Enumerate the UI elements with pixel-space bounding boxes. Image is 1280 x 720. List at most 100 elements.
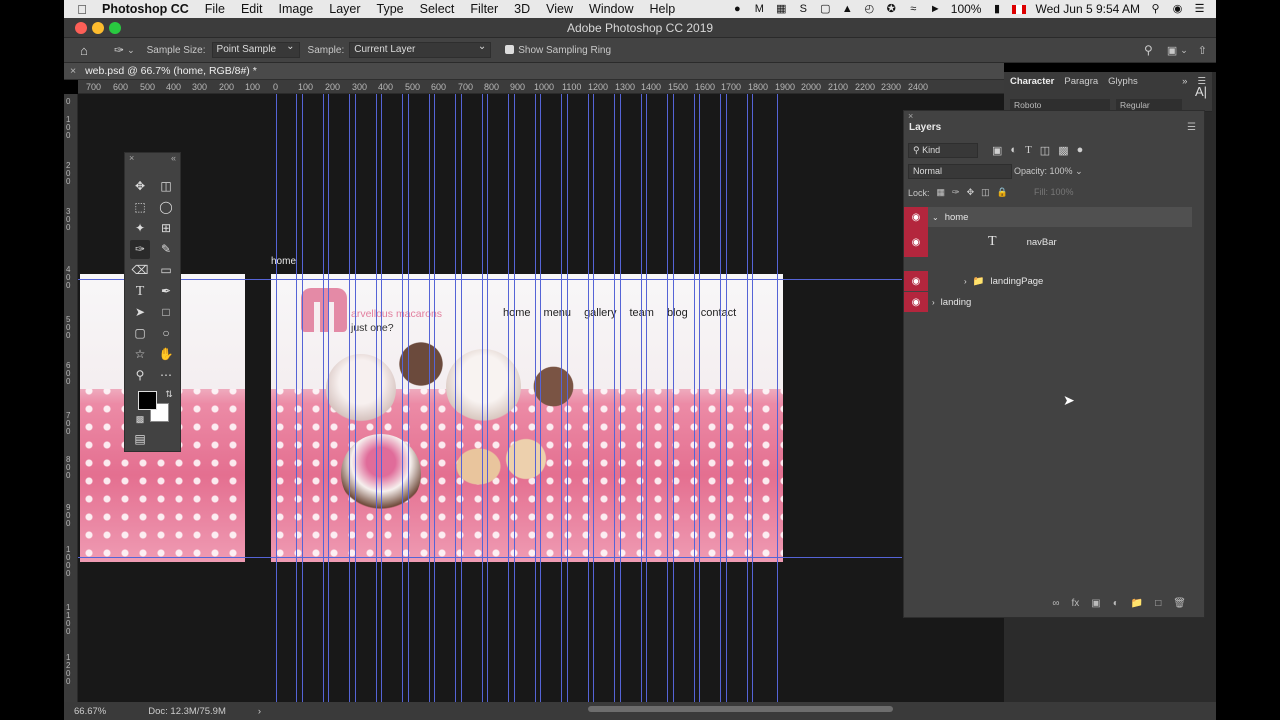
spotlight-icon[interactable]: ⚲	[1149, 3, 1162, 15]
vertical-guide[interactable]	[434, 94, 435, 702]
fill-control[interactable]: Fill: 100%	[1034, 187, 1074, 197]
vertical-guide[interactable]	[296, 94, 297, 702]
show-sampling-ring-checkbox[interactable]: Show Sampling Ring	[505, 45, 611, 56]
filter-pixel-icon[interactable]: ▣	[992, 144, 1002, 157]
vertical-guide[interactable]	[561, 94, 562, 702]
hand-tool-icon[interactable]: ✋	[156, 345, 176, 364]
artboard-home[interactable]: arvellous macarons just one? home menu g…	[271, 274, 783, 562]
status-menu-chevron-icon[interactable]: ›	[258, 706, 261, 717]
trash-icon[interactable]: 🗑	[1173, 598, 1186, 609]
vertical-guide[interactable]	[673, 94, 674, 702]
app-menu[interactable]: Photoshop CC	[102, 2, 189, 16]
tool-preset-chevron-icon[interactable]: ⌄	[127, 45, 135, 56]
add-mask-icon[interactable]: ▣	[1091, 598, 1100, 609]
layer-row-landingpage[interactable]: ◉ › 📁 landingPage	[904, 271, 1192, 291]
layer-row-home[interactable]: ◉ ⌄ home	[904, 207, 1192, 227]
layer-row-navbar[interactable]: ◉ T navBar	[904, 227, 1192, 257]
document-tab[interactable]: × web.psd @ 66.7% (home, RGB/8#) *	[64, 63, 1004, 80]
dollar-icon[interactable]: S	[797, 3, 810, 15]
vertical-guide[interactable]	[752, 94, 753, 702]
eyedropper-tool-icon[interactable]: ✑	[130, 240, 150, 259]
vertical-guide[interactable]	[540, 94, 541, 702]
battery-icon[interactable]: ▮	[990, 3, 1003, 15]
filter-kind-select[interactable]: ⚲ Kind	[908, 142, 978, 158]
menu-edit[interactable]: Edit	[241, 2, 263, 16]
move-tool-icon[interactable]: ✥	[130, 177, 150, 196]
vertical-ruler[interactable]: 0 100 200 300 400 500 600 700 800 900 10…	[64, 94, 78, 702]
menu-file[interactable]: File	[205, 2, 225, 16]
zoom-level[interactable]: 66.67%	[74, 706, 106, 717]
vertical-guide[interactable]	[646, 94, 647, 702]
filter-shape-icon[interactable]: ◫	[1040, 144, 1050, 157]
vertical-guide[interactable]	[514, 94, 515, 702]
zoom-tool-icon[interactable]: ⚲	[130, 366, 150, 385]
close-tab-icon[interactable]: ×	[70, 65, 76, 77]
horizontal-guide[interactable]	[78, 279, 902, 280]
vertical-guide[interactable]	[408, 94, 409, 702]
ellipse-tool-icon[interactable]: ○	[156, 324, 176, 343]
menu-view[interactable]: View	[546, 2, 573, 16]
vertical-guide[interactable]	[402, 94, 403, 702]
menu-type[interactable]: Type	[377, 2, 404, 16]
siri-icon[interactable]: ◉	[1171, 3, 1184, 15]
vertical-guide[interactable]	[482, 94, 483, 702]
swap-colors-icon[interactable]: ⇅	[159, 385, 179, 404]
adjustment-layer-icon[interactable]: ◐	[1113, 598, 1119, 609]
vertical-guide[interactable]	[508, 94, 509, 702]
lasso-tool-icon[interactable]: ◯	[156, 198, 176, 217]
wifi-icon[interactable]: ≈	[907, 3, 920, 15]
vertical-guide[interactable]	[667, 94, 668, 702]
foreground-color-swatch[interactable]	[138, 391, 157, 410]
vertical-guide[interactable]	[376, 94, 377, 702]
vertical-guide[interactable]	[593, 94, 594, 702]
tools-panel-header[interactable]: × «	[125, 153, 180, 165]
blend-mode-select[interactable]: Normal	[908, 164, 1012, 179]
vertical-guide[interactable]	[641, 94, 642, 702]
filter-type-icon[interactable]: T	[1025, 144, 1032, 156]
close-panel-icon[interactable]: ×	[129, 153, 134, 165]
artboard-tool-icon[interactable]: ◫	[156, 177, 176, 196]
volume-icon[interactable]: ►	[929, 3, 942, 15]
vertical-guide[interactable]	[777, 94, 778, 702]
home-icon[interactable]: ⌂	[80, 43, 100, 58]
type-tool-icon[interactable]: T	[130, 282, 150, 301]
filter-smart-object-icon[interactable]: ▩	[1058, 144, 1068, 157]
workspace-icon[interactable]: ▣	[1167, 44, 1177, 57]
tab-paragraph[interactable]: Paragra	[1064, 76, 1098, 87]
eraser-tool-icon[interactable]: ⌫	[130, 261, 150, 280]
menu-image[interactable]: Image	[279, 2, 314, 16]
horizontal-guide[interactable]	[78, 557, 902, 558]
vertical-guide[interactable]	[567, 94, 568, 702]
upload-icon[interactable]: ▲	[841, 3, 854, 15]
menu-window[interactable]: Window	[589, 2, 633, 16]
layer-style-icon[interactable]: fx	[1072, 598, 1080, 609]
crop-tool-icon[interactable]: ⊞	[156, 219, 176, 238]
vertical-guide[interactable]	[487, 94, 488, 702]
vertical-guide[interactable]	[747, 94, 748, 702]
opacity-control[interactable]: Opacity: 100% ⌄	[1014, 164, 1083, 179]
menu-filter[interactable]: Filter	[470, 2, 498, 16]
chevron-right-icon[interactable]: ›	[932, 298, 935, 307]
vertical-guide[interactable]	[461, 94, 462, 702]
pen-tool-icon[interactable]: ✒	[156, 282, 176, 301]
rectangle-shape-tool-icon[interactable]: □	[156, 303, 176, 322]
minimize-window-icon[interactable]	[92, 22, 104, 34]
lock-position-icon[interactable]: ✥	[967, 187, 975, 198]
filter-toggle-icon[interactable]: ●	[1077, 144, 1084, 156]
rounded-rect-tool-icon[interactable]: ▢	[130, 324, 150, 343]
marquee-tool-icon[interactable]: ⬚	[130, 198, 150, 217]
canada-flag-icon[interactable]	[1012, 4, 1027, 14]
lock-pixels-icon[interactable]: ✑	[952, 187, 960, 198]
menu-3d[interactable]: 3D	[514, 2, 530, 16]
lock-all-icon[interactable]: 🔒	[997, 187, 1008, 198]
brush-tool-icon[interactable]: ✎	[156, 240, 176, 259]
screen-mode-icon[interactable]: ▤	[130, 430, 150, 449]
eyedropper-tool-icon[interactable]: ✑	[114, 43, 124, 57]
layers-panel-title[interactable]: Layers	[909, 122, 941, 133]
vertical-guide[interactable]	[694, 94, 695, 702]
character-icon[interactable]: A|	[1195, 84, 1207, 99]
nav-blog[interactable]: blog	[667, 307, 688, 319]
visibility-eye-icon[interactable]: ◉	[904, 227, 928, 257]
menu-help[interactable]: Help	[650, 2, 676, 16]
vertical-guide[interactable]	[349, 94, 350, 702]
